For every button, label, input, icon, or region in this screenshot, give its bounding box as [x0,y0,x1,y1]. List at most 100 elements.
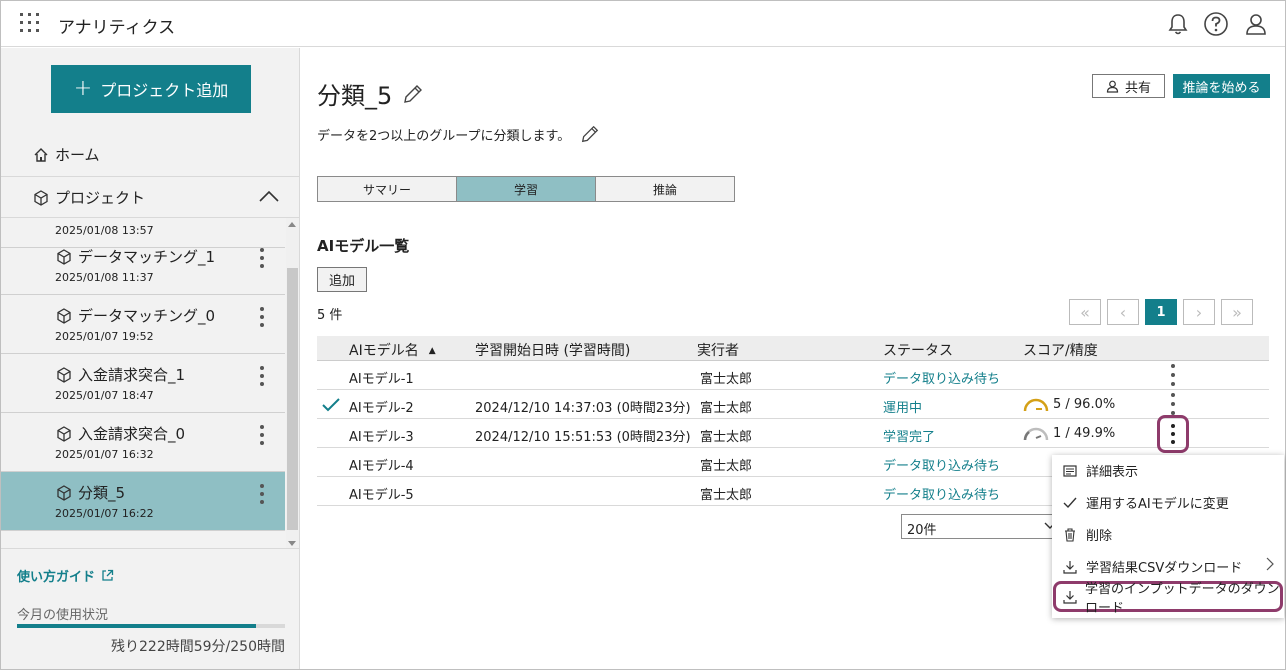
model-status: データ取り込み待ち [883,372,1001,387]
project-name: データマッチング_1 [78,248,216,266]
score-text: 1 / 49.9% [1053,426,1116,441]
col-user[interactable]: 実行者 [697,340,739,360]
menu-item-label: 運用するAIモデルに変更 [1086,497,1229,512]
sidebar-scrollbar[interactable] [286,218,299,548]
project-name: 分類_5 [78,484,126,502]
more-vert-icon[interactable] [259,246,265,270]
start-inference-button[interactable]: 推論を始める [1173,74,1270,98]
project-name: データマッチング_0 [78,307,216,325]
add-model-button[interactable]: 追加 [317,267,367,292]
usage-guide-label: 使い方ガイド [17,570,96,585]
menu-item-label: 詳細表示 [1086,465,1139,480]
col-model-name[interactable]: AIモデル名 ▲ [349,340,436,360]
model-name: AIモデル-2 [349,401,414,416]
model-user: 富士太郎 [700,488,753,503]
page-title: 分類_5 [317,76,424,111]
table-row[interactable]: AIモデル-3 2024/12/10 15:51:53 (0時間23分) 富士太… [317,415,1269,453]
edit-pencil-icon[interactable] [580,124,600,144]
sidebar: + プロジェクト追加 ホーム プロジェクト 2025/01/08 13:57 デ… [1,48,300,669]
nav-projects-label: プロジェクト [55,189,146,207]
edit-pencil-icon[interactable] [402,83,424,105]
cube-icon [57,425,71,442]
scroll-down-icon[interactable] [288,541,296,546]
check-icon [322,398,340,412]
app-launcher-icon[interactable] [20,13,40,33]
download-icon [1063,560,1077,574]
table-row[interactable]: AIモデル-1 富士太郎 データ取り込み待ち [317,361,1269,390]
project-item[interactable]: 入金請求突合_1 2025/01/07 18:47 [1,354,285,413]
model-name: AIモデル-4 [349,459,414,474]
score-gauge-icon [1023,427,1049,440]
detail-icon [1063,464,1077,477]
menu-item-label: 削除 [1086,529,1113,544]
cube-icon [57,248,71,265]
project-item[interactable]: 入金請求突合_0 2025/01/07 16:32 [1,413,285,472]
model-status: 学習完了 [883,430,936,445]
usage-remaining-text: 残り222時間59分/250時間 [111,639,285,655]
page-title-text: 分類_5 [317,82,393,110]
menu-item-label: 学習結果CSVダウンロード [1086,561,1243,576]
share-button[interactable]: 共有 [1092,74,1165,98]
model-user: 富士太郎 [700,459,753,474]
tab-inference[interactable]: 推論 [595,176,735,202]
user-icon [1106,80,1119,93]
result-count: 5 件 [317,308,343,323]
project-date: 2025/01/07 19:52 [55,330,154,343]
bell-icon[interactable] [1165,11,1191,37]
scroll-up-icon[interactable] [288,222,296,227]
app-header: アナリティクス [1,1,1285,47]
row-more-icon[interactable] [1170,364,1176,392]
usage-progress-fill [17,624,256,628]
user-icon[interactable] [1243,11,1269,37]
cube-icon [57,484,71,501]
menu-item-delete[interactable]: 削除 [1052,519,1284,550]
nav-home[interactable]: ホーム [33,144,100,165]
external-link-icon [102,569,114,581]
more-vert-icon[interactable] [259,305,265,329]
model-name: AIモデル-5 [349,488,414,503]
prev-page-button[interactable]: ‹ [1107,299,1139,325]
tab-summary[interactable]: サマリー [317,176,457,202]
menu-item-details[interactable]: 詳細表示 [1052,455,1284,486]
sort-ascending-icon: ▲ [428,346,436,356]
col-status[interactable]: ステータス [883,340,953,360]
next-page-button[interactable]: › [1183,299,1215,325]
model-user: 富士太郎 [700,430,753,445]
project-name: 入金請求突合_0 [78,425,186,443]
project-name: 入金請求突合_1 [78,366,186,384]
last-page-button[interactable]: » [1221,299,1253,325]
scrollbar-thumb[interactable] [287,268,298,530]
sidebar-footer: 使い方ガイド 今月の使用状況 残り222時間59分/250時間 [1,548,300,655]
help-icon[interactable] [1203,11,1229,37]
per-page-value: 20件 [907,523,937,538]
pagination: « ‹ 1 › » [1069,299,1253,325]
per-page-select[interactable]: 20件 [901,514,1061,539]
project-item-selected[interactable]: 分類_5 2025/01/07 16:22 [1,472,285,531]
tab-bar: サマリー 学習 推論 [317,176,735,202]
project-item[interactable]: データマッチング_0 2025/01/07 19:52 [1,295,285,354]
chevron-up-icon[interactable] [258,187,280,205]
project-item[interactable]: データマッチング_1 2025/01/08 11:37 [1,236,285,295]
col-start-time[interactable]: 学習開始日時 (学習時間) [475,340,630,360]
nav-projects[interactable]: プロジェクト [1,176,300,218]
usage-guide-link[interactable]: 使い方ガイド [17,566,114,585]
col-model-name-label: AIモデル名 [349,343,419,359]
col-score[interactable]: スコア/精度 [1023,340,1098,360]
menu-item-download-input[interactable]: 学習のインプットデータのダウンロード [1053,581,1283,616]
table-row-active[interactable]: AIモデル-2 2024/12/10 14:37:03 (0時間23分) 富士太… [317,390,1269,419]
score-text: 5 / 96.0% [1053,397,1116,412]
tab-training[interactable]: 学習 [456,176,596,202]
app-title: アナリティクス [58,18,176,38]
first-page-button[interactable]: « [1069,299,1101,325]
cube-icon [57,307,71,324]
table-header: AIモデル名 ▲ 学習開始日時 (学習時間) 実行者 ステータス スコア/精度 [317,336,1269,361]
more-vert-icon[interactable] [259,482,265,506]
add-project-button[interactable]: + プロジェクト追加 [51,65,251,113]
model-score: 1 / 49.9% [1023,426,1115,441]
model-start-time: 2024/12/10 14:37:03 (0時間23分) [475,401,691,416]
more-vert-icon[interactable] [259,364,265,388]
current-page-button[interactable]: 1 [1145,299,1177,325]
project-date: 2025/01/07 18:47 [55,389,154,402]
menu-item-set-active[interactable]: 運用するAIモデルに変更 [1052,487,1284,518]
more-vert-icon[interactable] [259,423,265,447]
